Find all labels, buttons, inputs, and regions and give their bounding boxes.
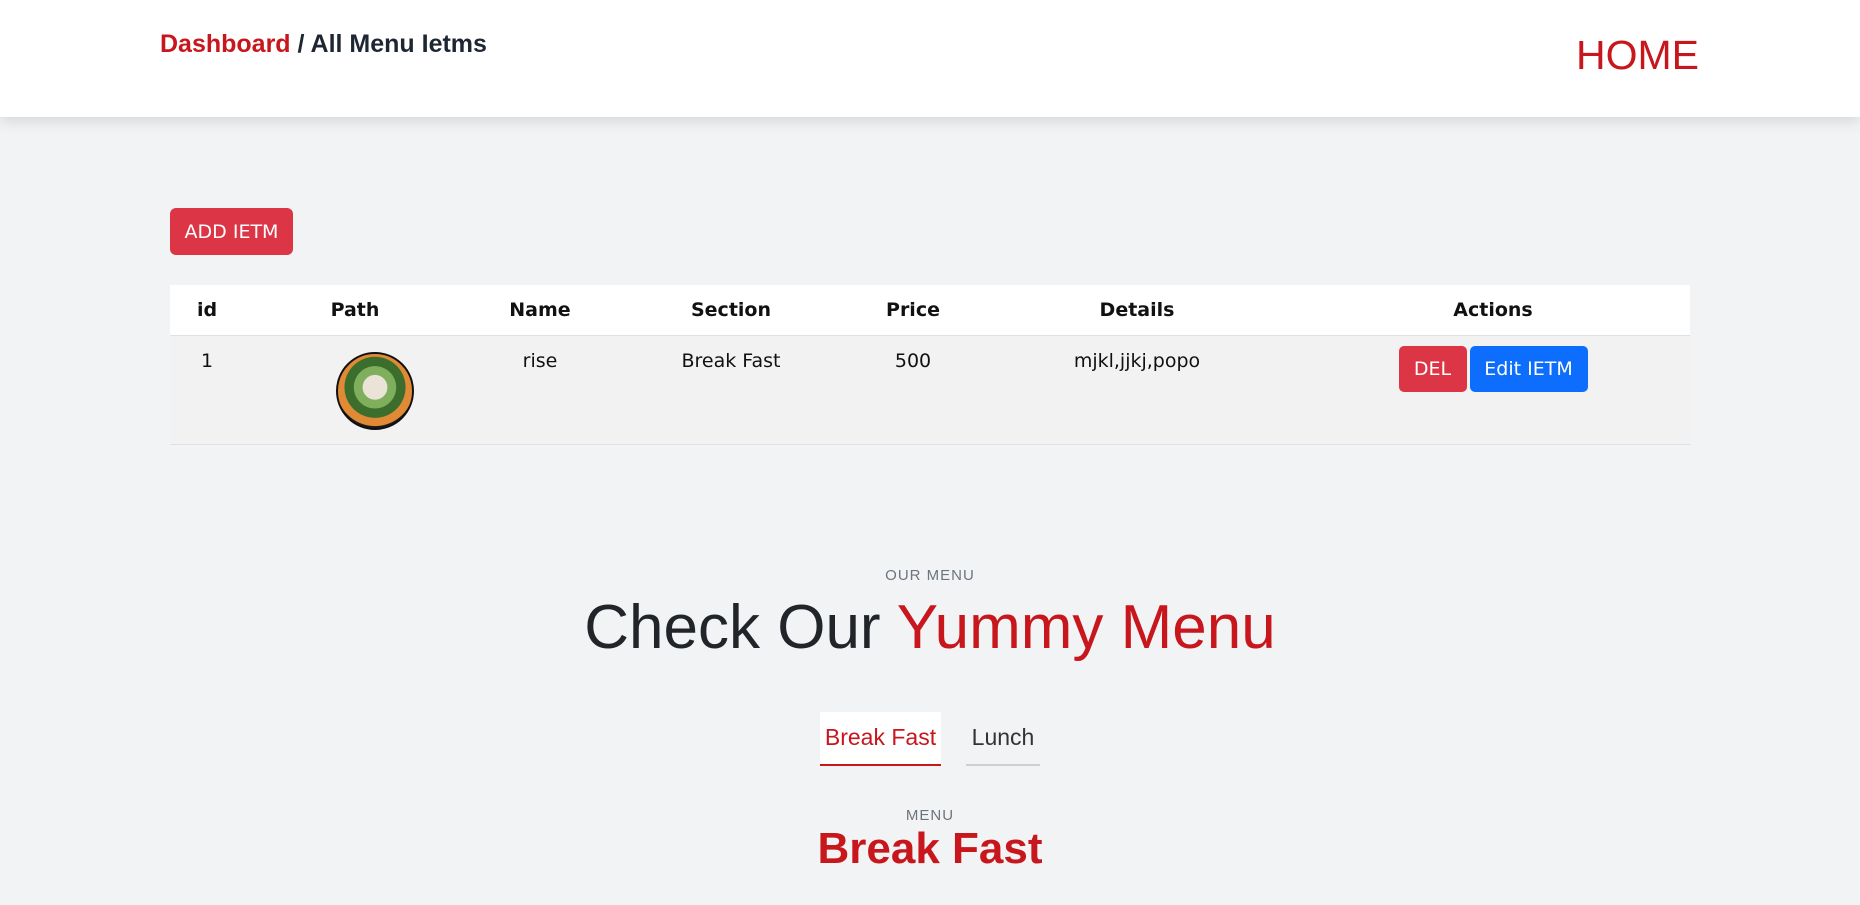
cell-name: rise [522,349,558,372]
column-header-id: id [196,298,218,321]
breadcrumb: Dashboard / All Menu Ietms [160,30,487,59]
menu-title: Check Our Yummy Menu [0,592,1860,663]
column-header-name: Name [509,298,571,321]
column-header-actions: Actions [1453,298,1533,321]
cell-price: 500 [894,349,932,372]
table-header-row: id Path Name Section Price Details Actio… [170,285,1690,335]
cell-section: Break Fast [681,349,781,372]
menu-title-accent: Yummy Menu [896,593,1276,662]
breadcrumb-current: All Menu Ietms [310,30,487,58]
top-navbar: Dashboard / All Menu Ietms HOME [0,0,1860,117]
delete-button[interactable]: DEL [1398,345,1467,392]
cell-id: 1 [200,349,214,372]
menu-title-plain: Check Our [584,593,897,662]
section-title: Break Fast [817,824,1043,873]
column-header-details: Details [1099,298,1175,321]
column-header-path: Path [330,298,380,321]
food-thumbnail-image [336,351,414,430]
column-header-section: Section [690,298,771,321]
menu-items-table: id Path Name Section Price Details Actio… [170,285,1690,445]
breadcrumb-separator: / [290,30,311,58]
home-link[interactable]: HOME [1576,32,1699,79]
add-item-button[interactable]: ADD IETM [170,208,293,255]
cell-details: mjkl,jjkj,popo [1073,349,1201,372]
cell-actions: DEL Edit IETM [1296,335,1690,444]
menu-eyebrow: OUR MENU [885,567,975,584]
cell-path [244,335,466,444]
column-header-price: Price [886,298,940,321]
edit-item-button[interactable]: Edit IETM [1469,345,1588,392]
tab-break-fast[interactable]: Break Fast [820,712,941,766]
tab-lunch[interactable]: Lunch [966,712,1040,766]
breadcrumb-dashboard-link[interactable]: Dashboard [160,30,291,58]
section-eyebrow: MENU [905,807,955,824]
table-row: 1 rise Break Fast 500 mjkl,jjkj,popo DEL… [170,335,1690,444]
